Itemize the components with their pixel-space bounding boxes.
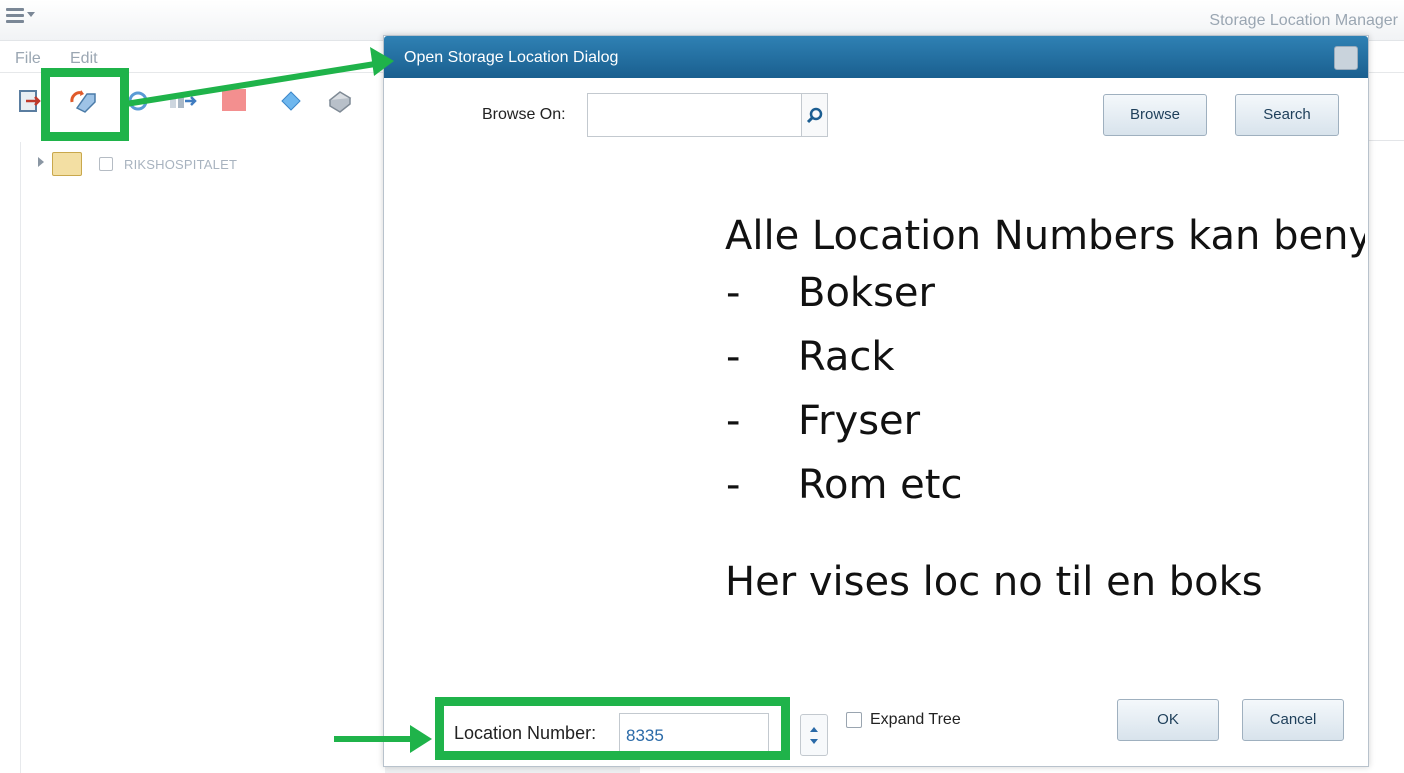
annotation-arrows <box>125 47 432 753</box>
arrow-to-dialog-title <box>125 61 376 107</box>
arrow-head-icon <box>370 47 394 76</box>
arrow-head-icon <box>410 725 432 753</box>
